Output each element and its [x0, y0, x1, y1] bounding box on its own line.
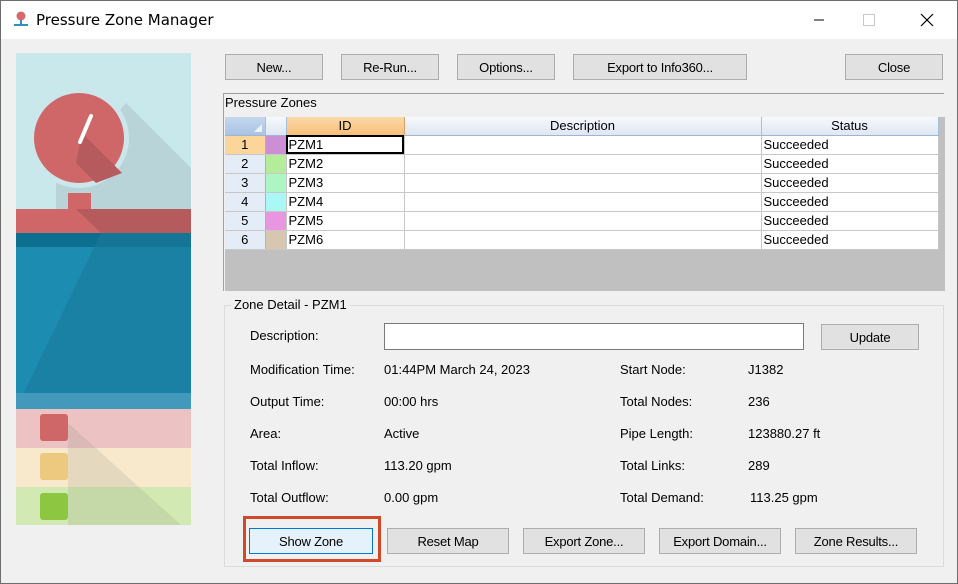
zone-id-cell[interactable]: PZM1	[286, 135, 405, 155]
corner-triangle-icon	[253, 123, 262, 132]
row-number[interactable]: 5	[225, 211, 266, 231]
zone-status-cell[interactable]: Succeeded	[761, 211, 939, 231]
export-to-info360-button[interactable]: Export to Info360...	[573, 54, 747, 80]
total-inflow-value: 113.20 gpm	[384, 458, 452, 473]
zone-color-swatch[interactable]	[265, 230, 287, 250]
update-button[interactable]: Update	[821, 324, 919, 350]
maximize-button[interactable]	[846, 1, 892, 39]
description-input[interactable]	[384, 323, 804, 350]
total-nodes-label: Total Nodes:	[620, 394, 693, 409]
pressure-zones-label: Pressure Zones	[225, 95, 317, 110]
start-node-value: J1382	[748, 362, 784, 377]
close-window-button[interactable]	[904, 1, 950, 39]
zone-description-cell[interactable]	[404, 135, 762, 155]
row-number[interactable]: 3	[225, 173, 266, 193]
pressure-zone-manager-window: Pressure Zone Manager New... Re-Run... O…	[0, 0, 958, 584]
total-demand-value: 113.25 gpm	[750, 490, 818, 505]
zone-status-cell[interactable]: Succeeded	[761, 173, 939, 193]
total-links-label: Total Links:	[620, 458, 686, 473]
zone-id-cell[interactable]: PZM3	[286, 173, 405, 193]
zone-row[interactable]: 3 PZM3 Succeeded	[225, 173, 939, 193]
color-column-header[interactable]	[265, 117, 287, 136]
total-outflow-label: Total Outflow:	[250, 490, 329, 505]
pressure-zones-grid: ID Description Status 1 PZM1 Succeeded 2 PZM…	[225, 117, 939, 250]
column-header-status[interactable]: Status	[761, 117, 939, 136]
rerun-button[interactable]: Re-Run...	[341, 54, 439, 80]
row-number[interactable]: 6	[225, 230, 266, 250]
pressure-zone-illustration	[16, 53, 191, 525]
description-label: Description:	[250, 328, 319, 343]
options-button[interactable]: Options...	[457, 54, 555, 80]
zone-id-cell[interactable]: PZM4	[286, 192, 405, 212]
total-inflow-label: Total Inflow:	[250, 458, 319, 473]
modification-time-value: 01:44PM March 24, 2023	[384, 362, 530, 377]
zone-row[interactable]: 2 PZM2 Succeeded	[225, 154, 939, 174]
zone-description-cell[interactable]	[404, 154, 762, 174]
export-zone-button[interactable]: Export Zone...	[523, 528, 645, 554]
title-bar: Pressure Zone Manager	[1, 1, 957, 39]
zone-row[interactable]: 1 PZM1 Succeeded	[225, 135, 939, 155]
export-domain-button[interactable]: Export Domain...	[659, 528, 781, 554]
pressure-gauge-app-icon	[14, 11, 28, 26]
select-all-corner[interactable]	[225, 117, 266, 136]
total-demand-label: Total Demand:	[620, 490, 704, 505]
zone-status-cell[interactable]: Succeeded	[761, 230, 939, 250]
output-time-value: 00:00 hrs	[384, 394, 439, 409]
zone-detail-legend: Zone Detail - PZM1	[231, 297, 350, 312]
window-title: Pressure Zone Manager	[36, 11, 214, 29]
zone-row[interactable]: 5 PZM5 Succeeded	[225, 211, 939, 231]
start-node-label: Start Node:	[620, 362, 686, 377]
row-number[interactable]: 1	[225, 135, 266, 155]
column-header-id[interactable]: ID	[286, 117, 405, 136]
zone-status-cell[interactable]: Succeeded	[761, 135, 939, 155]
pipe-length-label: Pipe Length:	[620, 426, 694, 441]
zone-row[interactable]: 6 PZM6 Succeeded	[225, 230, 939, 250]
total-outflow-value: 0.00 gpm	[384, 490, 439, 505]
zone-description-cell[interactable]	[404, 173, 762, 193]
pressure-zones-grid-area: ID Description Status 1 PZM1 Succeeded 2 PZM…	[225, 117, 945, 291]
maximize-icon	[863, 14, 875, 26]
column-header-description[interactable]: Description	[404, 117, 762, 136]
pipe-length-value: 123880.27 ft	[748, 426, 821, 441]
zone-color-swatch[interactable]	[265, 154, 287, 174]
zone-id-cell[interactable]: PZM6	[286, 230, 405, 250]
row-number[interactable]: 2	[225, 154, 266, 174]
zone-id-cell[interactable]: PZM2	[286, 154, 405, 174]
zone-results-button[interactable]: Zone Results...	[795, 528, 917, 554]
zone-id-cell[interactable]: PZM5	[286, 211, 405, 231]
zone-color-swatch[interactable]	[265, 211, 287, 231]
output-time-label: Output Time:	[250, 394, 325, 409]
show-zone-highlight	[243, 516, 381, 562]
minimize-icon	[814, 19, 824, 21]
zone-status-cell[interactable]: Succeeded	[761, 192, 939, 212]
zone-status-cell[interactable]: Succeeded	[761, 154, 939, 174]
pressure-zones-group: Pressure Zones ID Description Status 1 P…	[223, 93, 945, 291]
zone-description-cell[interactable]	[404, 192, 762, 212]
zone-description-cell[interactable]	[404, 230, 762, 250]
close-button[interactable]: Close	[845, 54, 943, 80]
modification-time-label: Modification Time:	[250, 362, 355, 377]
reset-map-button[interactable]: Reset Map	[387, 528, 509, 554]
total-nodes-value: 236	[748, 394, 770, 409]
zone-color-swatch[interactable]	[265, 192, 287, 212]
total-links-value: 289	[748, 458, 770, 473]
zone-color-swatch[interactable]	[265, 135, 287, 155]
area-value: Active	[384, 426, 420, 441]
new-button[interactable]: New...	[225, 54, 323, 80]
area-label: Area:	[250, 426, 282, 441]
zone-description-cell[interactable]	[404, 211, 762, 231]
row-number[interactable]: 4	[225, 192, 266, 212]
close-icon	[920, 13, 934, 27]
zone-color-swatch[interactable]	[265, 173, 287, 193]
minimize-button[interactable]	[796, 1, 842, 39]
zone-row[interactable]: 4 PZM4 Succeeded	[225, 192, 939, 212]
